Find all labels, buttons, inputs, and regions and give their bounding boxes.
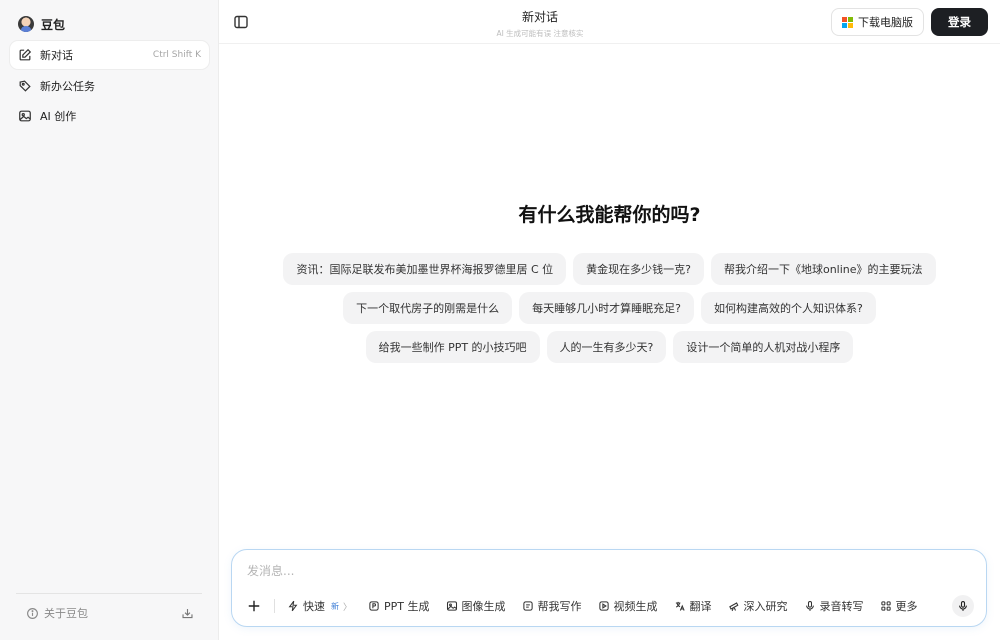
suggestion-chip[interactable]: 每天睡够几小时才算睡眠充足? [519,292,694,324]
page-title: 新对话 [521,10,558,24]
suggestion-chip[interactable]: 资讯：国际足联发布美加墨世界杯海报罗德里居 C 位 [283,253,567,285]
suggestion-chip[interactable]: 给我一些制作 PPT 的小技巧吧 [365,331,540,363]
suggestion-chip[interactable]: 设计一个简单的人机对战小程序 [673,331,854,363]
image-icon [446,601,457,611]
message-input[interactable] [247,564,947,578]
tool-ppt[interactable]: PPT 生成 [368,598,430,614]
about-label: 关于豆包 [44,607,88,620]
toolbar-divider [274,599,275,613]
sidebar-item-office-task[interactable]: 新办公任务 [10,72,209,100]
tool-translate[interactable]: 翻译 [674,598,712,614]
suggestion-row: 下一个取代房子的刚需是什么 每天睡够几小时才算睡眠充足? 如何构建高效的个人知识… [219,292,1000,324]
new-badge: 新 [331,601,339,611]
sidebar: 豆包 新对话 Ctrl Shift K 新办公任务 AI 创作 关于豆包 [0,0,219,640]
telescope-icon [728,602,738,612]
grid-icon [880,601,891,611]
suggestion-row: 给我一些制作 PPT 的小技巧吧 人的一生有多少天? 设计一个简单的人机对战小程… [219,331,1000,363]
message-composer: 快速 新 〉 PPT 生成 图像生成 帮我写作 视频生成 翻译 深入研究 [231,549,987,627]
sidebar-item-label: AI 创作 [40,110,77,123]
translate-icon [675,601,685,611]
image-icon [19,110,31,122]
tool-write[interactable]: 帮我写作 [522,598,582,614]
suggestion-chip[interactable]: 帮我介绍一下《地球online》的主要玩法 [710,253,936,285]
tag-icon [19,80,31,92]
tool-label: 图像生成 [461,600,506,613]
tool-deep-research[interactable]: 深入研究 [728,598,788,614]
sidebar-toggle-icon [234,15,248,29]
suggestion-chip[interactable]: 下一个取代房子的刚需是什么 [343,292,513,324]
suggestion-chip[interactable]: 人的一生有多少天? [546,331,667,363]
voice-input-button[interactable] [952,595,974,617]
sidebar-item-label: 新对话 [40,49,73,62]
tool-video[interactable]: 视频生成 [598,598,658,614]
brand[interactable]: 豆包 [18,14,65,34]
brand-name: 豆包 [41,17,66,32]
header-divider [219,43,1000,44]
mic-icon [805,600,814,611]
tool-label: 更多 [895,600,918,613]
tool-transcribe[interactable]: 录音转写 [804,598,864,614]
info-icon [27,607,38,619]
attach-button[interactable] [244,596,264,616]
avatar [18,16,34,32]
tool-more[interactable]: 更多 [880,598,918,614]
sidebar-footer: 关于豆包 [16,593,202,621]
login-button[interactable]: 登录 [931,8,988,36]
microphone-icon [959,600,967,611]
ppt-icon [369,601,379,611]
shortcut-hint: Ctrl Shift K [152,50,201,60]
tool-label: PPT 生成 [384,600,430,613]
tool-label: 帮我写作 [537,600,582,613]
welcome-headline: 有什么我能帮你的吗? [518,204,701,226]
tool-label: 录音转写 [819,600,864,613]
suggestion-row: 资讯：国际足联发布美加墨世界杯海报罗德里居 C 位 黄金现在多少钱一克? 帮我介… [219,253,1000,285]
page-subtitle: AI 生成可能有误 注意核实 [496,29,584,38]
suggestion-chip[interactable]: 如何构建高效的个人知识体系? [701,292,876,324]
sidebar-item-new-chat[interactable]: 新对话 Ctrl Shift K [10,41,209,69]
header-title-block: 新对话 AI 生成可能有误 注意核实 [440,8,640,39]
write-icon [522,601,533,611]
about-link[interactable]: 关于豆包 [16,605,88,621]
sidebar-item-label: 新办公任务 [40,79,95,93]
sidebar-nav: 新对话 Ctrl Shift K 新办公任务 AI 创作 [10,41,209,133]
tool-label: 深入研究 [743,600,788,613]
tool-quick[interactable]: 快速 新 〉 [287,598,352,614]
plus-icon [248,600,260,612]
video-icon [598,601,609,611]
lightning-icon [288,600,298,612]
tool-label: 快速 [303,600,325,613]
tool-label: 翻译 [689,600,712,613]
sidebar-item-ai-create[interactable]: AI 创作 [10,102,209,130]
windows-logo-icon [842,16,853,28]
composer-toolbar: 快速 新 〉 PPT 生成 图像生成 帮我写作 视频生成 翻译 深入研究 录音转… [244,594,934,618]
download-app-button[interactable] [181,607,202,620]
download-desktop-button[interactable]: 下载电脑版 [831,8,924,36]
chevron-right-icon: 〉 [343,602,353,613]
download-label: 下载电脑版 [858,16,913,29]
suggestion-chip[interactable]: 黄金现在多少钱一克? [573,253,704,285]
tool-image[interactable]: 图像生成 [446,598,506,614]
toggle-sidebar-button[interactable] [233,14,249,30]
tool-label: 视频生成 [613,600,658,613]
edit-icon [19,48,32,61]
download-icon [182,608,193,618]
